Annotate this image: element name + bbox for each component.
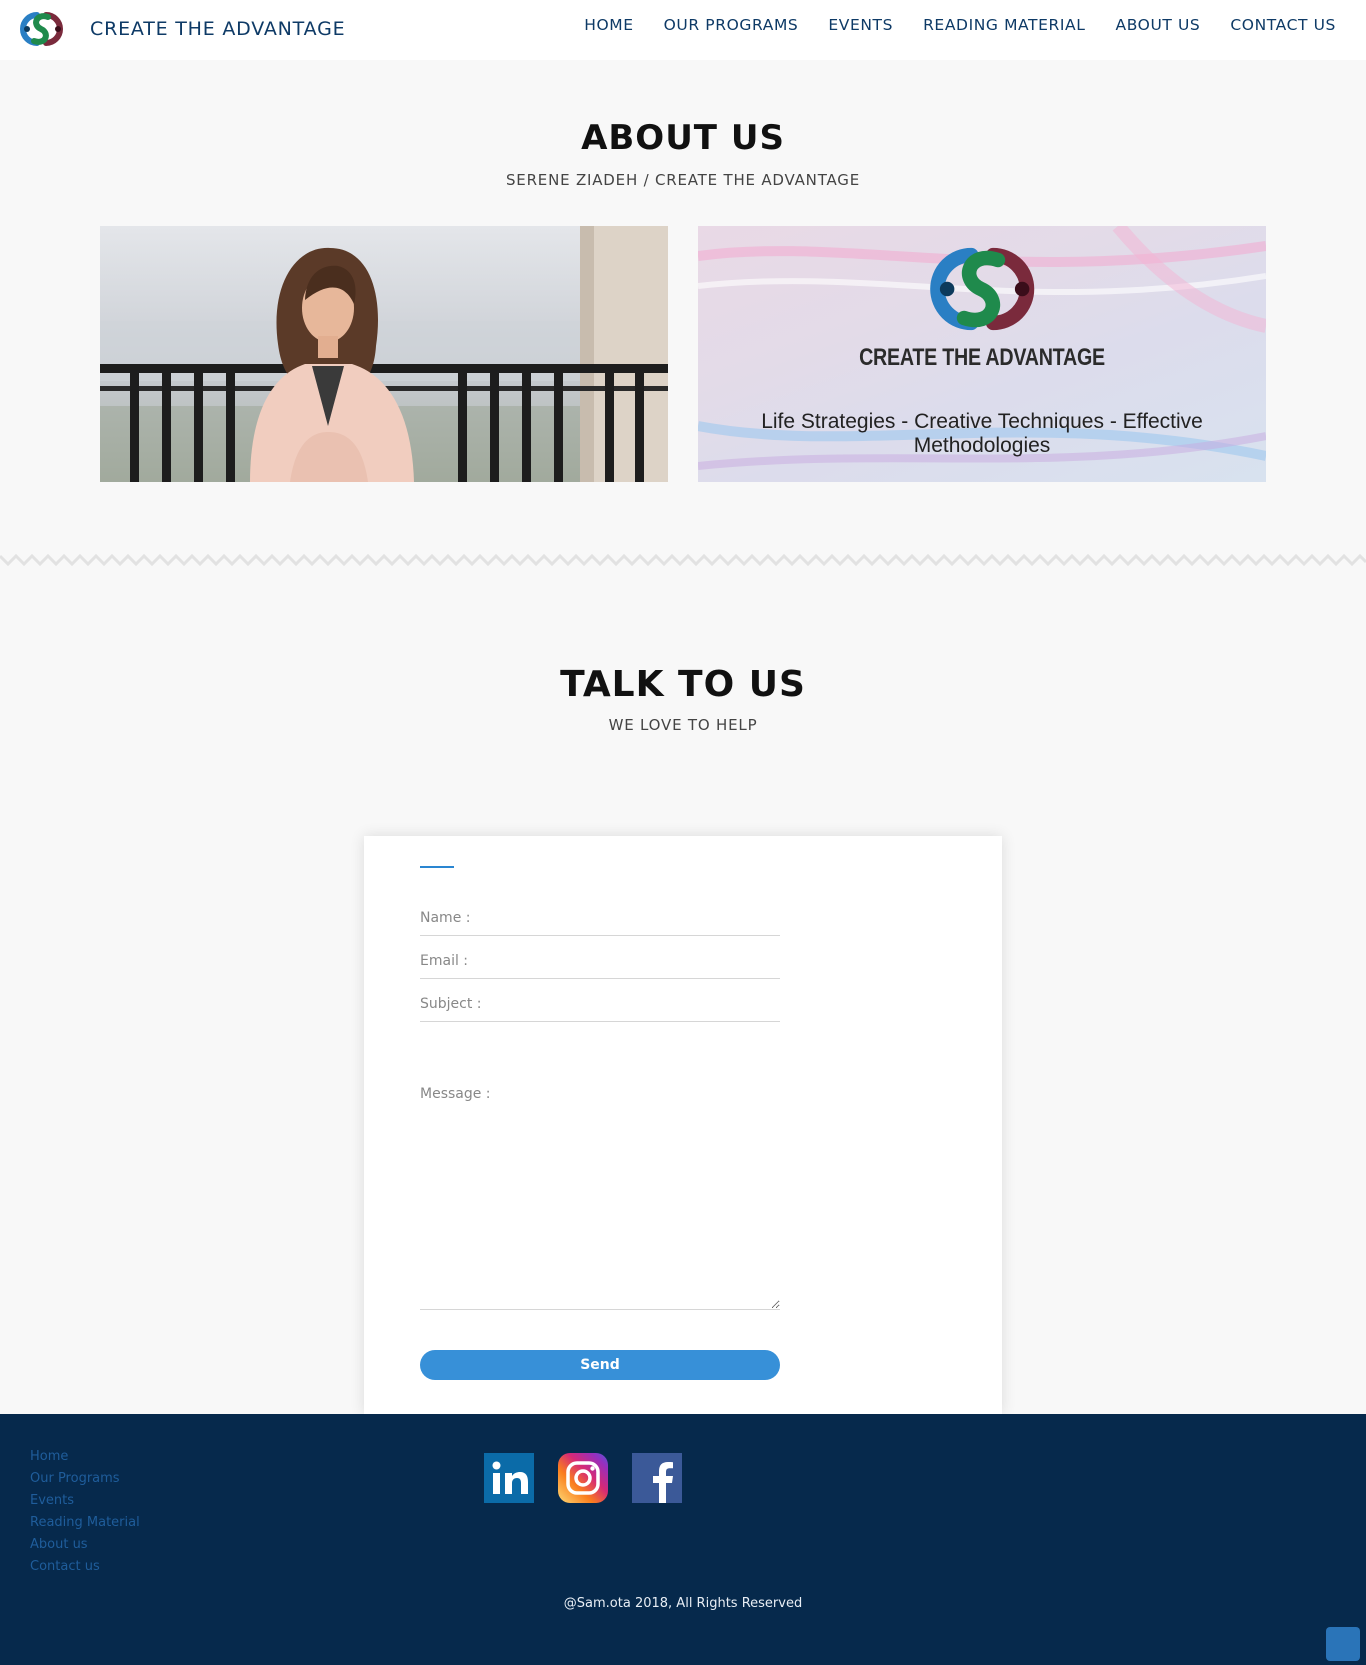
nav-events[interactable]: EVENTS	[828, 16, 893, 34]
footer-link-reading-material[interactable]: Reading Material	[30, 1512, 140, 1534]
banner-brand-name: CREATE THE ADVANTAGE	[859, 344, 1105, 371]
email-input[interactable]	[420, 949, 780, 979]
nav-reading-material[interactable]: READING MATERIAL	[923, 16, 1085, 34]
footer-link-about-us[interactable]: About us	[30, 1534, 140, 1556]
footer-link-events[interactable]: Events	[30, 1490, 140, 1512]
nav-home[interactable]: HOME	[584, 16, 633, 34]
brand-name: CREATE THE ADVANTAGE	[90, 18, 346, 40]
about-subtitle: SERENE ZIADEH / CREATE THE ADVANTAGE	[505, 171, 861, 189]
nav-contact-us[interactable]: CONTACT US	[1230, 16, 1336, 34]
send-button[interactable]: Send	[420, 1350, 780, 1380]
site-footer: Home Our Programs Events Reading Materia…	[0, 1414, 1366, 1665]
footer-link-contact-us[interactable]: Contact us	[30, 1556, 140, 1578]
message-textarea[interactable]	[420, 1086, 780, 1310]
top-navbar: CREATE THE ADVANTAGE HOME OUR PROGRAMS E…	[0, 0, 1366, 60]
copyright-text: @Sam.ota 2018, All Rights Reserved	[563, 1596, 803, 1611]
back-to-top-button[interactable]	[1326, 1627, 1360, 1661]
contact-title: TALK TO US	[560, 664, 806, 705]
create-the-advantage-logo	[20, 12, 63, 46]
instagram-icon[interactable]	[558, 1453, 608, 1503]
zigzag-divider	[0, 553, 1366, 567]
create-the-advantage-logo	[930, 247, 1035, 331]
form-accent-line	[420, 866, 454, 868]
brand-banner: CREATE THE ADVANTAGE Life Strategies - C…	[698, 226, 1266, 482]
founder-photo	[100, 226, 668, 482]
about-title: ABOUT US	[581, 118, 785, 158]
footer-link-our-programs[interactable]: Our Programs	[30, 1468, 140, 1490]
nav-our-programs[interactable]: OUR PROGRAMS	[664, 16, 799, 34]
footer-links: Home Our Programs Events Reading Materia…	[30, 1446, 140, 1578]
subject-input[interactable]	[420, 992, 780, 1022]
footer-link-home[interactable]: Home	[30, 1446, 140, 1468]
banner-tagline: Life Strategies - Creative Techniques - …	[761, 410, 1203, 457]
facebook-icon[interactable]	[632, 1453, 682, 1503]
nav-about-us[interactable]: ABOUT US	[1115, 16, 1200, 34]
main-nav: HOME OUR PROGRAMS EVENTS READING MATERIA…	[584, 16, 1336, 34]
linkedin-icon[interactable]	[484, 1453, 534, 1503]
brand-link[interactable]: CREATE THE ADVANTAGE	[10, 7, 345, 51]
contact-form: Send	[364, 836, 1002, 1414]
contact-subtitle: WE LOVE TO HELP	[608, 716, 758, 734]
name-input[interactable]	[420, 906, 780, 936]
